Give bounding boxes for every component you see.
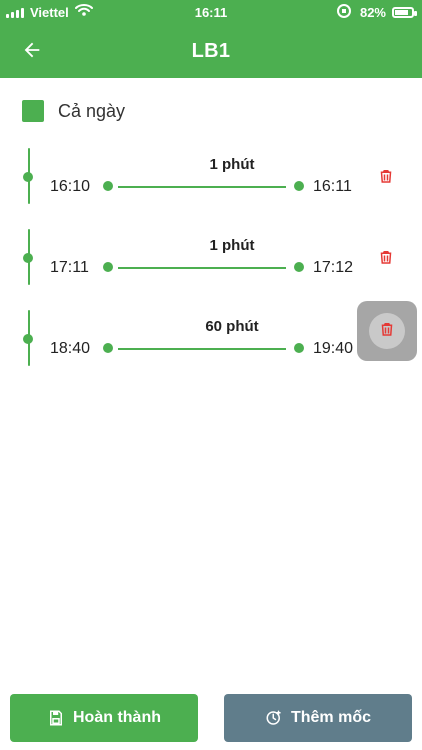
end-dot xyxy=(294,262,304,272)
timeline-dot xyxy=(23,253,33,263)
all-day-label: Cả ngày xyxy=(58,100,126,121)
add-milestone-button[interactable]: Thêm mốc xyxy=(224,694,412,742)
start-dot xyxy=(103,262,113,272)
time-range-item: 60 phút 18:40 19:40 xyxy=(20,301,417,384)
delete-button[interactable] xyxy=(374,247,398,271)
timeline-dot xyxy=(23,172,33,182)
timeline-dot xyxy=(23,334,33,344)
delete-button[interactable] xyxy=(357,301,417,361)
trash-icon xyxy=(377,247,395,272)
range-line xyxy=(118,267,286,269)
start-dot xyxy=(103,181,113,191)
clock-add-icon xyxy=(265,709,283,727)
start-time[interactable]: 16:10 xyxy=(50,178,90,196)
range-line xyxy=(118,186,286,188)
start-time[interactable]: 17:11 xyxy=(50,259,89,277)
floppy-disk-icon xyxy=(47,709,65,727)
status-time: 16:11 xyxy=(194,4,228,20)
add-label: Thêm mốc xyxy=(290,709,371,726)
page-title: LB1 xyxy=(191,39,231,62)
all-day-checkbox[interactable] xyxy=(22,100,44,122)
start-dot xyxy=(103,343,113,353)
trash-icon xyxy=(378,319,396,344)
end-time[interactable]: 17:12 xyxy=(313,259,353,277)
back-button[interactable] xyxy=(16,36,48,68)
end-time[interactable]: 16:11 xyxy=(313,178,352,196)
delete-button[interactable] xyxy=(374,166,398,190)
end-time[interactable]: 19:40 xyxy=(313,340,353,358)
all-day-toggle[interactable]: Cả ngày xyxy=(22,100,125,122)
trash-icon xyxy=(377,166,395,191)
end-dot xyxy=(294,181,304,191)
app-bar: LB1 xyxy=(0,24,422,78)
arrow-left-icon xyxy=(21,39,43,66)
duration-label: 1 phút xyxy=(209,237,255,254)
duration-label: 1 phút xyxy=(209,156,255,173)
save-label: Hoàn thành xyxy=(73,709,161,726)
end-dot xyxy=(294,343,304,353)
time-range-item: 1 phút 16:10 16:11 xyxy=(20,148,404,222)
status-bar: Viettel 16:11 82% xyxy=(0,0,422,24)
duration-label: 60 phút xyxy=(205,318,259,335)
start-time[interactable]: 18:40 xyxy=(50,340,90,358)
time-range-item: 1 phút 17:11 17:12 xyxy=(20,229,404,303)
battery-charging-icon xyxy=(392,6,417,18)
save-button[interactable]: Hoàn thành xyxy=(10,694,198,742)
range-line xyxy=(118,348,286,350)
